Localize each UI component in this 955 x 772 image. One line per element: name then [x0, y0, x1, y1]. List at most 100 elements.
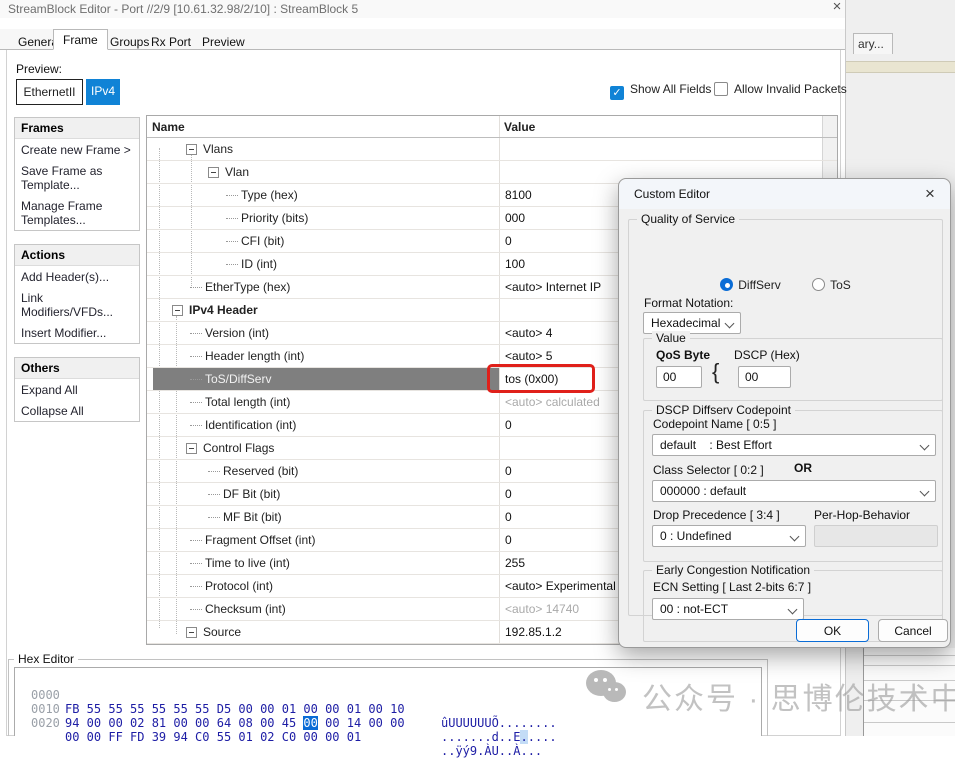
hex-bytes[interactable]: 00 00 FF FD 39 94 C0 55 01 02 C0 00 00 0… — [65, 730, 361, 744]
collapse-icon[interactable] — [172, 305, 183, 316]
field-name: DF Bit (bit) — [223, 487, 280, 501]
sidebar-item-link-modifiers-vfds[interactable]: Link Modifiers/VFDs... — [15, 287, 139, 322]
diffserv-radio[interactable]: DiffServ — [720, 278, 780, 292]
field-name: Fragment Offset (int) — [205, 533, 315, 547]
sidebar-section-others: Others Expand All Collapse All — [14, 357, 140, 422]
sidebar-item-expand-all[interactable]: Expand All — [15, 379, 139, 400]
ecn-setting-select[interactable]: 00 : not-ECT — [652, 598, 804, 620]
tree-stub — [226, 241, 238, 242]
wechat-icon — [586, 670, 632, 712]
tree-stub — [190, 356, 202, 357]
tree-stub — [190, 333, 202, 334]
format-notation-label: Format Notation: — [644, 296, 733, 310]
field-name: Version (int) — [205, 326, 269, 340]
table-row[interactable]: Vlans — [147, 138, 837, 161]
watermark: 公众号 · 思博伦技术中心 — [586, 666, 946, 726]
tree-stub — [226, 195, 238, 196]
codepoint-name-label: Codepoint Name [ 0:5 ] — [653, 417, 776, 431]
checkbox-checked-icon[interactable]: ✓ — [610, 86, 624, 100]
hex-ascii-segment: .......d..E — [441, 730, 520, 744]
streamblock-editor-window: ary... StreamBlock Editor - Port //2/9 [… — [0, 0, 955, 736]
dialog-titlebar: Custom Editor × — [619, 179, 950, 209]
radio-unselected-icon[interactable] — [812, 278, 825, 291]
field-name: Reserved (bit) — [223, 464, 298, 478]
field-value[interactable] — [505, 138, 821, 160]
value-group: Value QoS Byte DSCP (Hex) 00 { 00 — [643, 338, 943, 401]
field-name: Vlans — [203, 142, 233, 156]
collapse-icon[interactable] — [186, 627, 197, 638]
collapse-icon[interactable] — [186, 443, 197, 454]
tab-preview[interactable]: Preview — [192, 32, 255, 50]
column-header-value: Value — [504, 120, 535, 134]
hex-editor-title: Hex Editor — [14, 652, 78, 666]
hex-ascii-segment: .... — [528, 730, 557, 744]
tree-stub — [226, 264, 238, 265]
allow-invalid-packets-checkbox[interactable]: Allow Invalid Packets — [714, 82, 847, 98]
class-selector-select[interactable]: 000000 : default — [652, 480, 936, 502]
hex-bytes[interactable]: 94 00 00 02 81 00 00 64 08 00 45 00 00 1… — [65, 716, 405, 730]
dialog-close-icon[interactable]: × — [920, 184, 940, 204]
tree-stub — [190, 609, 202, 610]
field-name: IPv4 Header — [189, 303, 258, 317]
tree-stub — [190, 379, 202, 380]
quality-of-service-group: Quality of Service DiffServ ToS Format N… — [628, 219, 943, 616]
field-name: ToS/DiffServ — [205, 372, 271, 386]
sidebar-item-insert-modifier[interactable]: Insert Modifier... — [15, 322, 139, 343]
tree-stub — [190, 586, 202, 587]
field-name: Checksum (int) — [205, 602, 286, 616]
qos-byte-input[interactable]: 00 — [656, 366, 702, 388]
codepoint-name-select[interactable]: default : Best Effort — [652, 434, 936, 456]
sidebar-item-save-frame-as-template[interactable]: Save Frame as Template... — [15, 160, 139, 195]
main-tabbar: General Frame Groups Rx Port Preview — [0, 29, 845, 50]
tree-stub — [208, 494, 220, 495]
cancel-button[interactable]: Cancel — [878, 619, 948, 642]
ok-button[interactable]: OK — [796, 619, 869, 642]
sidebar-item-create-new-frame[interactable]: Create new Frame > — [15, 139, 139, 160]
tos-radio[interactable]: ToS — [812, 278, 851, 292]
sidebar-item-add-headers[interactable]: Add Header(s)... — [15, 266, 139, 287]
field-name: Vlan — [225, 165, 249, 179]
sidebar-section-frames: Frames Create new Frame > Save Frame as … — [14, 117, 140, 231]
field-name: ID (int) — [241, 257, 277, 271]
background-tab[interactable]: ary... — [853, 33, 893, 54]
checkbox-unchecked-icon[interactable] — [714, 82, 728, 96]
hex-bytes-segment: 94 00 00 02 81 00 00 64 08 00 45 — [65, 716, 303, 730]
sidebar-item-manage-frame-templates[interactable]: Manage Frame Templates... — [15, 195, 139, 230]
field-name: Total length (int) — [205, 395, 290, 409]
tree-stub — [190, 287, 202, 288]
field-name: MF Bit (bit) — [223, 510, 282, 524]
field-name: Priority (bits) — [241, 211, 308, 225]
ethernetii-button[interactable]: EthernetII — [16, 79, 83, 105]
hex-offset: 0020 — [31, 716, 60, 730]
ecn-group-label: Early Congestion Notification — [652, 563, 814, 577]
collapse-icon[interactable] — [186, 144, 197, 155]
qos-group-label: Quality of Service — [637, 212, 739, 226]
hex-ascii: ..ÿý9.ÀU..À... — [441, 744, 542, 758]
annotation-highlight-box — [487, 364, 595, 393]
hex-selected-byte[interactable]: 00 — [303, 716, 317, 730]
ipv4-button[interactable]: IPv4 — [86, 79, 120, 105]
radio-selected-icon[interactable] — [720, 278, 733, 291]
window-close-icon[interactable]: × — [828, 0, 846, 14]
field-name: Time to live (int) — [205, 556, 290, 570]
dscp-group-label: DSCP Diffserv Codepoint — [652, 403, 795, 417]
qos-radio-row: DiffServ ToS — [629, 278, 942, 292]
show-all-fields-checkbox[interactable]: ✓Show All Fields — [610, 82, 711, 98]
dscp-input[interactable]: 00 — [738, 366, 791, 388]
field-name: Protocol (int) — [205, 579, 273, 593]
window-title: StreamBlock Editor - Port //2/9 [10.61.3… — [8, 2, 358, 16]
collapse-icon[interactable] — [208, 167, 219, 178]
allow-invalid-packets-label: Allow Invalid Packets — [734, 82, 847, 96]
column-header-name: Name — [152, 120, 185, 134]
value-group-label: Value — [652, 331, 690, 345]
drop-precedence-select[interactable]: 0 : Undefined — [652, 525, 806, 547]
tree-stub — [208, 517, 220, 518]
sidebar-item-collapse-all[interactable]: Collapse All — [15, 400, 139, 421]
tree-stub — [190, 540, 202, 541]
hex-bytes-segment: 00 14 00 00 — [318, 716, 405, 730]
per-hop-behavior-label: Per-Hop-Behavior — [814, 508, 910, 522]
dscp-hex-label: DSCP (Hex) — [734, 348, 800, 362]
hex-ascii: .......d..E..... — [441, 730, 557, 744]
field-name: Source — [203, 625, 241, 639]
field-name: CFI (bit) — [241, 234, 284, 248]
